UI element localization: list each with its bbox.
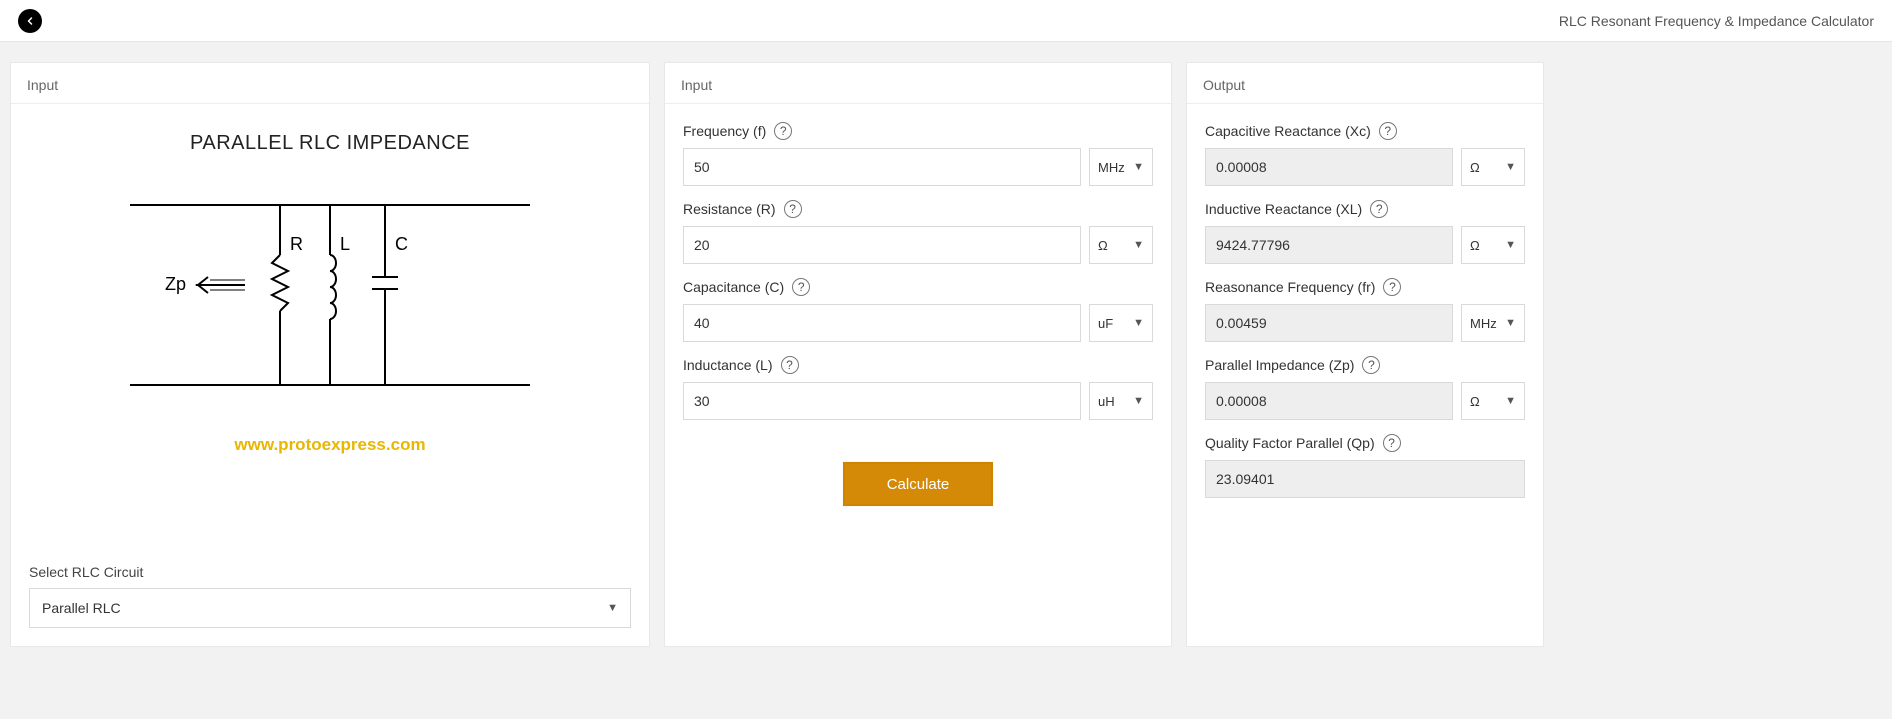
label-frequency: Frequency (f) (683, 123, 766, 139)
field-inductance: Inductance (L) ? uH ▼ (683, 356, 1153, 420)
help-icon[interactable]: ? (1383, 434, 1401, 452)
input-capacitance[interactable] (683, 304, 1081, 342)
output-qp: 23.09401 (1205, 460, 1525, 498)
panel-inputs: Input Frequency (f) ? MHz ▼ Resistance ( (664, 62, 1172, 647)
select-circuit[interactable]: Parallel RLC ▼ (29, 588, 631, 628)
rlc-diagram: R L C Zp (110, 185, 550, 405)
unit-capacitance-value: uF (1098, 316, 1113, 331)
input-resistance[interactable] (683, 226, 1081, 264)
label-zp: Zp (165, 274, 186, 294)
unit-zp-value: Ω (1470, 394, 1480, 409)
help-icon[interactable]: ? (1362, 356, 1380, 374)
panel-body-right: Capacitive Reactance (Xc) ? 0.00008 Ω ▼ … (1187, 104, 1543, 646)
diagram-heading: PARALLEL RLC IMPEDANCE (190, 132, 470, 155)
unit-inductance-value: uH (1098, 394, 1115, 409)
label-r: R (290, 234, 303, 254)
help-icon[interactable]: ? (781, 356, 799, 374)
output-fr: 0.00459 (1205, 304, 1453, 342)
unit-zp[interactable]: Ω ▼ (1461, 382, 1525, 420)
panel-circuit: Input PARALLEL RLC IMPEDANCE R L (10, 62, 650, 647)
label-xc: Capacitive Reactance (Xc) (1205, 123, 1371, 139)
label-xl: Inductive Reactance (XL) (1205, 201, 1362, 217)
label-inductance: Inductance (L) (683, 357, 773, 373)
output-xc: 0.00008 (1205, 148, 1453, 186)
unit-frequency[interactable]: MHz ▼ (1089, 148, 1153, 186)
unit-xl-value: Ω (1470, 238, 1480, 253)
label-qp: Quality Factor Parallel (Qp) (1205, 435, 1375, 451)
chevron-down-icon: ▼ (1505, 317, 1516, 329)
help-icon[interactable]: ? (784, 200, 802, 218)
chevron-down-icon: ▼ (1133, 239, 1144, 251)
help-icon[interactable]: ? (774, 122, 792, 140)
panel-title-mid: Input (665, 63, 1171, 104)
field-xc: Capacitive Reactance (Xc) ? 0.00008 Ω ▼ (1205, 122, 1525, 186)
label-zp-out: Parallel Impedance (Zp) (1205, 357, 1354, 373)
unit-resistance-value: Ω (1098, 238, 1108, 253)
unit-fr[interactable]: MHz ▼ (1461, 304, 1525, 342)
select-circuit-label: Select RLC Circuit (29, 564, 631, 580)
panel-body-mid: Frequency (f) ? MHz ▼ Resistance (R) ? (665, 104, 1171, 646)
help-icon[interactable]: ? (792, 278, 810, 296)
unit-inductance[interactable]: uH ▼ (1089, 382, 1153, 420)
chevron-down-icon: ▼ (1133, 317, 1144, 329)
panel-body-left: PARALLEL RLC IMPEDANCE R L (11, 104, 649, 646)
arrow-left-icon (24, 15, 36, 27)
label-c: C (395, 234, 408, 254)
watermark: www.protoexpress.com (234, 435, 425, 455)
content: Input PARALLEL RLC IMPEDANCE R L (0, 42, 1892, 657)
label-l: L (340, 234, 350, 254)
panel-outputs: Output Capacitive Reactance (Xc) ? 0.000… (1186, 62, 1544, 647)
output-zp: 0.00008 (1205, 382, 1453, 420)
unit-xc[interactable]: Ω ▼ (1461, 148, 1525, 186)
panel-title-left: Input (11, 63, 649, 104)
unit-xc-value: Ω (1470, 160, 1480, 175)
panel-title-right: Output (1187, 63, 1543, 104)
label-capacitance: Capacitance (C) (683, 279, 784, 295)
chevron-down-icon: ▼ (1133, 395, 1144, 407)
unit-fr-value: MHz (1470, 316, 1497, 331)
input-frequency[interactable] (683, 148, 1081, 186)
chevron-down-icon: ▼ (607, 602, 618, 614)
diagram-wrap: PARALLEL RLC IMPEDANCE R L (29, 122, 631, 554)
select-circuit-value: Parallel RLC (42, 600, 121, 616)
page-title: RLC Resonant Frequency & Impedance Calcu… (1559, 13, 1874, 29)
field-qp: Quality Factor Parallel (Qp) ? 23.09401 (1205, 434, 1525, 498)
field-zp: Parallel Impedance (Zp) ? 0.00008 Ω ▼ (1205, 356, 1525, 420)
field-frequency: Frequency (f) ? MHz ▼ (683, 122, 1153, 186)
field-resistance: Resistance (R) ? Ω ▼ (683, 200, 1153, 264)
back-button[interactable] (18, 9, 42, 33)
chevron-down-icon: ▼ (1133, 161, 1144, 173)
label-resistance: Resistance (R) (683, 201, 776, 217)
help-icon[interactable]: ? (1383, 278, 1401, 296)
unit-capacitance[interactable]: uF ▼ (1089, 304, 1153, 342)
calculate-button[interactable]: Calculate (843, 462, 993, 506)
chevron-down-icon: ▼ (1505, 161, 1516, 173)
topbar: RLC Resonant Frequency & Impedance Calcu… (0, 0, 1892, 42)
chevron-down-icon: ▼ (1505, 239, 1516, 251)
unit-resistance[interactable]: Ω ▼ (1089, 226, 1153, 264)
label-fr: Reasonance Frequency (fr) (1205, 279, 1375, 295)
chevron-down-icon: ▼ (1505, 395, 1516, 407)
input-inductance[interactable] (683, 382, 1081, 420)
unit-frequency-value: MHz (1098, 160, 1125, 175)
output-xl: 9424.77796 (1205, 226, 1453, 264)
field-capacitance: Capacitance (C) ? uF ▼ (683, 278, 1153, 342)
field-fr: Reasonance Frequency (fr) ? 0.00459 MHz … (1205, 278, 1525, 342)
help-icon[interactable]: ? (1370, 200, 1388, 218)
help-icon[interactable]: ? (1379, 122, 1397, 140)
field-xl: Inductive Reactance (XL) ? 9424.77796 Ω … (1205, 200, 1525, 264)
unit-xl[interactable]: Ω ▼ (1461, 226, 1525, 264)
